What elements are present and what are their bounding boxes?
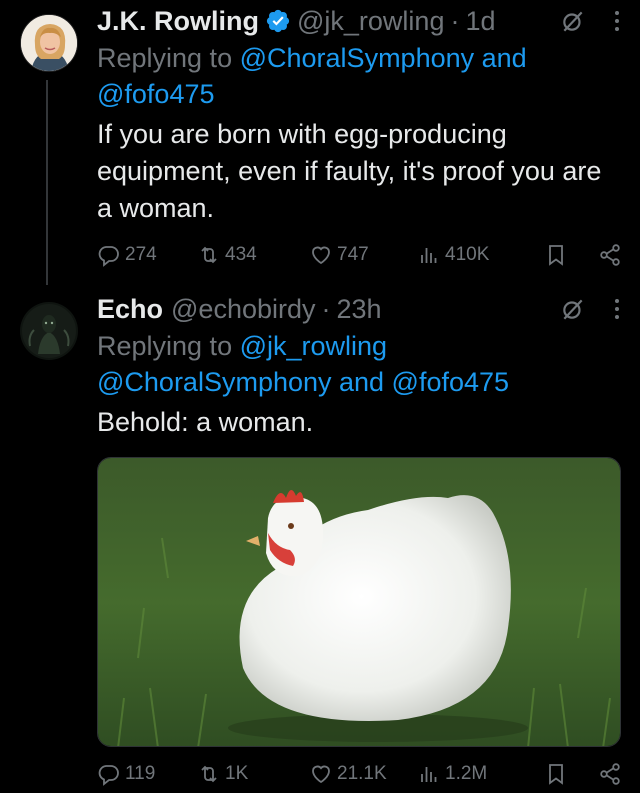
timestamp[interactable]: 23h [337, 294, 382, 325]
avatar-echo[interactable] [20, 302, 78, 360]
like-icon [312, 765, 330, 784]
reply-count: 119 [125, 763, 156, 784]
replying-mentions-2[interactable]: @fofo475 [97, 79, 215, 109]
like-button[interactable]: 747 [309, 243, 417, 267]
avatar-jk-rowling[interactable] [20, 14, 78, 72]
reply-button[interactable]: 274 [97, 243, 197, 267]
tweet-text: If you are born with egg-producing equip… [97, 119, 602, 223]
verified-badge-icon [265, 8, 291, 34]
views-icon [421, 248, 437, 263]
views-count: 1.2M [445, 763, 488, 784]
repost-icon [201, 765, 217, 783]
grok-icon[interactable] [560, 8, 586, 34]
author-handle[interactable]: @echobirdy [171, 294, 315, 325]
like-count: 747 [337, 244, 369, 265]
tweet-echo[interactable]: Echo @echobirdy · 23h Replying to @jk_ro… [0, 290, 640, 793]
tweet-actions: 274 434 747 410K [97, 243, 622, 267]
bookmark-icon[interactable] [544, 762, 568, 786]
author-name[interactable]: Echo [97, 294, 163, 325]
reply-icon [98, 246, 119, 267]
tweet-jk-rowling[interactable]: J.K. Rowling @jk_rowling · 1d Replying t… [0, 0, 640, 285]
bookmark-icon[interactable] [544, 243, 568, 267]
views-button[interactable]: 410K [417, 243, 527, 267]
views-icon [421, 767, 437, 782]
grok-icon[interactable] [560, 296, 586, 322]
repost-button[interactable]: 434 [197, 243, 309, 267]
tweet-header: J.K. Rowling @jk_rowling · 1d [97, 2, 620, 40]
reply-count: 274 [125, 244, 157, 265]
replying-to: Replying to @ChoralSymphony and @fofo475 [97, 40, 620, 112]
separator: · [321, 293, 331, 324]
share-icon[interactable] [598, 762, 622, 786]
tweet-image-chicken[interactable] [97, 457, 621, 747]
repost-icon [201, 246, 217, 264]
tweet-header: Echo @echobirdy · 23h [97, 290, 620, 328]
replying-to: Replying to @jk_rowling @ChoralSymphony … [97, 328, 620, 400]
replying-prefix: Replying to [97, 331, 233, 361]
like-count: 21.1K [337, 763, 387, 784]
author-handle[interactable]: @jk_rowling [297, 6, 444, 37]
repost-count: 1K [225, 763, 249, 784]
replying-mentions-2[interactable]: @ChoralSymphony and @fofo475 [97, 367, 509, 397]
views-button[interactable]: 1.2M [417, 762, 527, 786]
tweet-actions: 119 1K 21.1K 1.2M [97, 762, 622, 786]
more-icon[interactable] [614, 299, 620, 319]
replying-mentions-1[interactable]: @jk_rowling [240, 331, 387, 361]
separator: · [450, 5, 460, 36]
replying-mentions-1[interactable]: @ChoralSymphony and [240, 43, 527, 73]
replying-prefix: Replying to [97, 43, 233, 73]
like-icon [312, 246, 330, 265]
reply-icon [98, 765, 119, 786]
share-icon[interactable] [598, 243, 622, 267]
author-name[interactable]: J.K. Rowling [97, 6, 259, 37]
like-button[interactable]: 21.1K [309, 762, 417, 786]
timestamp[interactable]: 1d [465, 6, 495, 37]
views-count: 410K [445, 244, 490, 265]
more-icon[interactable] [614, 11, 620, 31]
repost-button[interactable]: 1K [197, 762, 309, 786]
tweet-text: Behold: a woman. [97, 407, 314, 437]
reply-button[interactable]: 119 [97, 762, 197, 786]
repost-count: 434 [225, 244, 257, 265]
